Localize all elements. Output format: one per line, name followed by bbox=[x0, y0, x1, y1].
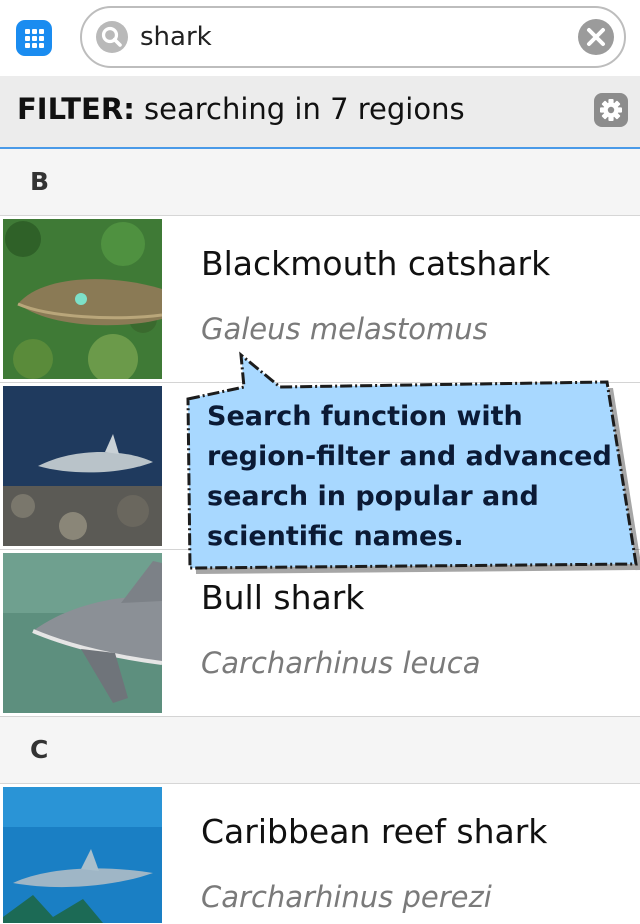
species-thumbnail bbox=[3, 553, 162, 713]
filter-settings-button[interactable] bbox=[594, 93, 628, 127]
section-letter: C bbox=[30, 735, 49, 764]
species-thumbnail bbox=[3, 386, 162, 546]
common-name: Bull shark bbox=[201, 578, 365, 617]
grid-icon bbox=[25, 29, 30, 34]
section-letter: B bbox=[30, 167, 50, 196]
search-icon bbox=[96, 21, 128, 53]
species-thumbnail bbox=[3, 219, 162, 379]
clear-icon bbox=[587, 28, 605, 46]
section-header-b: B bbox=[0, 149, 640, 216]
filter-label: FILTER: bbox=[17, 92, 135, 126]
species-thumbnail bbox=[3, 787, 162, 923]
scientific-name: Carcharhinus perezi bbox=[201, 880, 492, 914]
list-item[interactable]: Bull shark Carcharhinus leuca bbox=[0, 550, 640, 717]
tooltip-text: Search function with region-filter and a… bbox=[207, 401, 612, 552]
clear-search-button[interactable] bbox=[578, 19, 614, 55]
section-header-c: C bbox=[0, 717, 640, 784]
search-input[interactable] bbox=[140, 18, 560, 56]
scientific-name: Galeus melastomus bbox=[201, 312, 488, 346]
search-toolbar bbox=[0, 0, 640, 77]
gear-icon bbox=[600, 99, 622, 121]
filter-text: searching in 7 regions bbox=[144, 92, 465, 126]
common-name: Blackmouth catshark bbox=[201, 244, 551, 283]
list-item[interactable]: Caribbean reef shark Carcharhinus perezi bbox=[0, 784, 640, 924]
filter-summary: FILTER: searching in 7 regions bbox=[17, 92, 465, 126]
scientific-name: Carcharhinus leuca bbox=[201, 646, 481, 680]
filter-bar[interactable]: FILTER: searching in 7 regions bbox=[0, 76, 640, 149]
search-field[interactable] bbox=[80, 6, 626, 68]
common-name: Caribbean reef shark bbox=[201, 812, 548, 851]
list-item[interactable]: Blackmouth catshark Galeus melastomus bbox=[0, 216, 640, 383]
grid-menu-button[interactable] bbox=[16, 20, 52, 56]
